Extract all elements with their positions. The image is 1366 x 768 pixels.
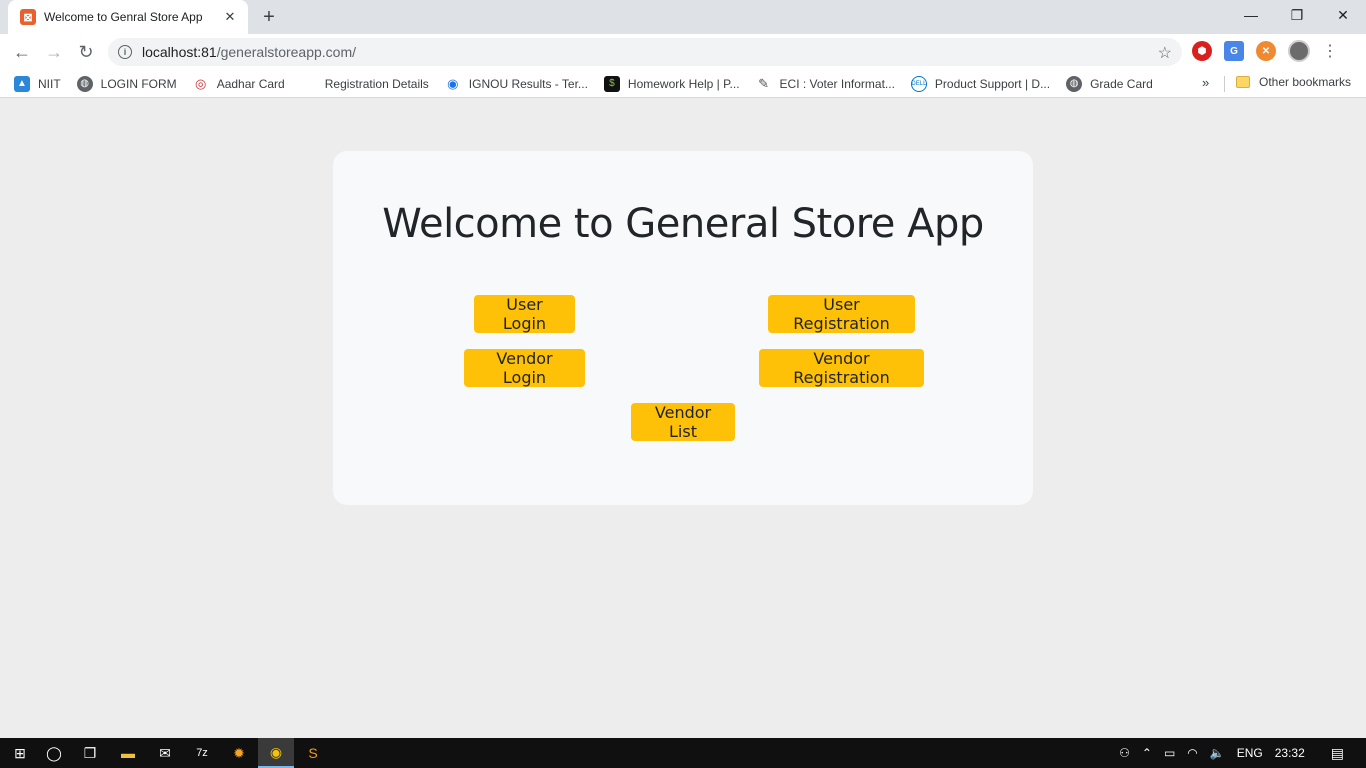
volume-icon[interactable]: 🔈 <box>1210 746 1225 760</box>
bookmark-star-icon[interactable]: ☆ <box>1158 43 1172 63</box>
forward-button[interactable]: → <box>42 40 66 64</box>
info-icon[interactable]: i <box>118 45 132 59</box>
user-registration-button[interactable]: User Registration <box>768 295 915 333</box>
bookmark-registration-details[interactable]: Registration Details <box>325 77 429 91</box>
adblock-icon[interactable]: ⬢ <box>1192 41 1212 61</box>
xampp-icon: ⊠ <box>20 9 36 25</box>
bookmarks-bar: ▲ NIIT ◍ LOGIN FORM ◎ Aadhar Card Registrat… <box>0 70 1366 98</box>
notifications-icon[interactable]: ▤ <box>1331 745 1344 762</box>
minimize-button[interactable]: — <box>1228 0 1274 30</box>
extensions-area: ⬢ G ✕ ⋮ <box>1192 40 1338 62</box>
bookmarks-separator <box>1224 76 1225 92</box>
homework-icon: $ <box>603 75 620 92</box>
page-viewport: Welcome to General Store App User Login … <box>0 99 1366 738</box>
bookmark-label: NIIT <box>38 76 61 91</box>
search-icon[interactable]: ◯ <box>36 738 72 768</box>
task-view-icon[interactable]: ❐ <box>72 738 108 768</box>
address-bar[interactable]: i localhost:81/generalstoreapp.com/ ☆ <box>108 38 1182 66</box>
battery-icon[interactable]: ▭ <box>1164 746 1175 760</box>
bookmark-label: Product Support | D... <box>934 76 1051 91</box>
tab-title: Welcome to Genral Store App <box>44 10 203 24</box>
close-window-button[interactable]: ✕ <box>1320 0 1366 30</box>
bookmark-label: Registration Details <box>324 76 429 91</box>
chrome-icon[interactable]: ◉ <box>258 738 294 768</box>
menu-dots-icon[interactable]: ⋮ <box>1322 41 1338 61</box>
bookmark-label: Homework Help | P... <box>627 76 740 91</box>
bookmark-niit[interactable]: ▲ NIIT <box>14 75 61 92</box>
restore-button[interactable]: ❐ <box>1274 0 1320 30</box>
system-tray: ⚇ ⌃ ▭ ◠ 🔈 ENG 23:32 ▤ <box>1119 738 1366 768</box>
url-host: localhost:81 <box>142 44 217 60</box>
windows-taskbar: ⊞ ◯ ❐ ▬ ✉ 7z ✹ ◉ S ⚇ ⌃ ▭ ◠ 🔈 ENG 23:32 ▤ <box>0 738 1366 768</box>
new-tab-button[interactable]: + <box>258 6 280 28</box>
bookmark-label: IGNOU Results - Ter... <box>468 76 588 91</box>
profile-avatar[interactable] <box>1288 40 1310 62</box>
reload-button[interactable]: ↻ <box>74 40 98 64</box>
other-bookmarks-button[interactable]: Other bookmarks <box>1236 75 1351 89</box>
bookmark-aadhar-card[interactable]: ◎ Aadhar Card <box>192 75 285 92</box>
url-path: /generalstoreapp.com/ <box>216 44 357 60</box>
niit-icon: ▲ <box>14 75 30 92</box>
globe-icon: ◍ <box>76 75 93 92</box>
translate-icon[interactable]: G <box>1224 41 1244 61</box>
page-title: Welcome to General Store App <box>382 201 984 247</box>
eci-icon: ✎ <box>755 75 772 92</box>
close-tab-icon[interactable]: ✕ <box>222 9 238 25</box>
mail-icon[interactable]: ✉ <box>147 738 183 768</box>
bookmark-label: LOGIN FORM <box>100 76 177 91</box>
bookmark-ignou-results[interactable]: ◉ IGNOU Results - Ter... <box>444 75 588 92</box>
globe-icon: ◍ <box>1066 75 1083 92</box>
browser-tab[interactable]: ⊠ Welcome to Genral Store App ✕ <box>8 0 248 34</box>
app-icon[interactable]: ✹ <box>221 738 257 768</box>
bookmark-homework-help[interactable]: $ Homework Help | P... <box>603 75 740 92</box>
people-icon[interactable]: ⚇ <box>1119 746 1130 760</box>
folder-icon <box>1236 76 1250 88</box>
bookmark-label: ECI : Voter Informat... <box>779 76 895 91</box>
clock[interactable]: 23:32 <box>1275 746 1305 760</box>
file-explorer-icon[interactable]: ▬ <box>110 738 146 768</box>
back-button[interactable]: ← <box>10 40 34 64</box>
vendor-registration-button[interactable]: Vendor Registration <box>759 349 924 387</box>
vendor-list-button[interactable]: Vendor List <box>631 403 735 441</box>
windows-start-icon[interactable]: ⊞ <box>2 738 38 768</box>
bookmark-label: Grade Card <box>1090 76 1153 91</box>
7zip-icon[interactable]: 7z <box>184 738 220 768</box>
fingerprint-icon: ◎ <box>192 75 209 92</box>
dell-icon: DELL <box>910 75 927 92</box>
vendor-login-button[interactable]: Vendor Login <box>464 349 585 387</box>
user-login-button[interactable]: User Login <box>474 295 575 333</box>
language-indicator[interactable]: ENG <box>1237 746 1263 760</box>
browser-toolbar: ← → ↻ i localhost:81/generalstoreapp.com… <box>0 34 1366 70</box>
show-hidden-icons-icon[interactable]: ⌃ <box>1142 746 1152 760</box>
window-controls: — ❐ ✕ <box>1228 0 1366 30</box>
other-bookmarks-label: Other bookmarks <box>1259 75 1352 89</box>
wifi-icon[interactable]: ◠ <box>1187 746 1197 760</box>
extension-icon[interactable]: ✕ <box>1256 41 1276 61</box>
bookmark-grade-card[interactable]: ◍ Grade Card <box>1066 75 1153 92</box>
tab-strip: ⊠ Welcome to Genral Store App ✕ + — ❐ ✕ <box>0 0 1366 34</box>
bookmarks-overflow-button[interactable]: » <box>1202 75 1209 90</box>
bookmark-eci-voter[interactable]: ✎ ECI : Voter Informat... <box>755 75 895 92</box>
bookmark-label: Aadhar Card <box>216 76 285 91</box>
ignou-icon: ◉ <box>444 75 461 92</box>
welcome-card: Welcome to General Store App User Login … <box>333 151 1033 505</box>
bookmark-product-support[interactable]: DELL Product Support | D... <box>910 75 1051 92</box>
bookmark-login-form[interactable]: ◍ LOGIN FORM <box>76 75 177 92</box>
sublime-text-icon[interactable]: S <box>295 738 331 768</box>
